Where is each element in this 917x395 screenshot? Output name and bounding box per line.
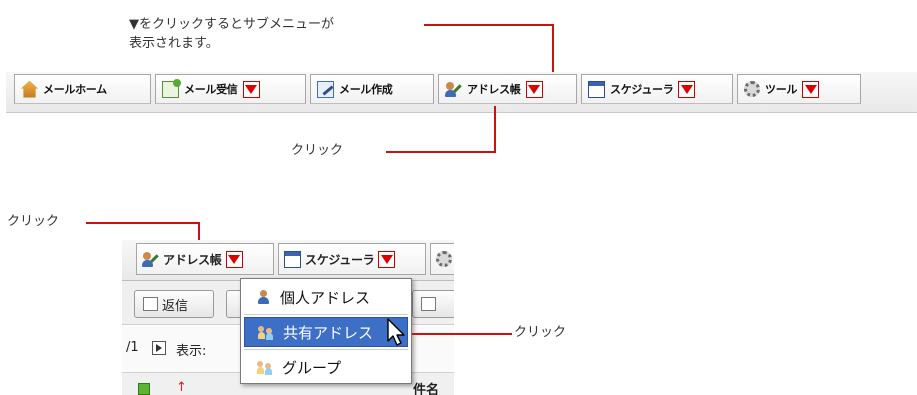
- tab-label: メールホーム: [43, 83, 107, 96]
- submenu-note-line1: ▼をクリックするとサブメニューが: [129, 17, 334, 32]
- tab-scheduler[interactable]: スケジューラ: [278, 243, 426, 275]
- address-book-dropdown-button[interactable]: [225, 250, 243, 268]
- click-label: クリック: [291, 143, 344, 158]
- dropdown-arrow-icon: [245, 84, 257, 94]
- scheduler-icon: [588, 80, 605, 98]
- click-label: クリック: [7, 214, 60, 229]
- flag-icon: [138, 383, 150, 395]
- address-book-icon: [142, 251, 159, 268]
- mail-receive-dropdown-button[interactable]: [242, 80, 260, 98]
- tab-address-book[interactable]: アドレス帳: [136, 243, 274, 275]
- toolbar-button[interactable]: [412, 290, 454, 318]
- tab-mail-home[interactable]: メールホーム: [14, 74, 151, 104]
- reply-label: 返信: [162, 298, 189, 314]
- submenu-note: ▼をクリックするとサブメニューが 表示されます。: [129, 15, 334, 53]
- callout-line: [412, 333, 512, 335]
- menu-item-label: 個人アドレス: [280, 288, 371, 307]
- page-indicator: /1: [126, 340, 139, 355]
- next-page-icon[interactable]: [152, 341, 166, 355]
- tab-label: アドレス帳: [163, 252, 222, 267]
- scheduler-dropdown-button[interactable]: [678, 80, 696, 98]
- tools-icon: [436, 251, 452, 267]
- tab-label: スケジューラ: [305, 252, 375, 267]
- display-label: 表示:: [176, 344, 207, 359]
- dropdown-arrow-icon: [680, 84, 693, 94]
- priority-icon: ↑: [176, 380, 187, 395]
- callout-line: [494, 106, 496, 153]
- home-icon: [21, 80, 38, 98]
- tab-label: アドレス帳: [467, 83, 521, 96]
- tab-address-book[interactable]: アドレス帳: [438, 74, 577, 104]
- scheduler-dropdown-button[interactable]: [378, 250, 396, 268]
- tab-mail-compose[interactable]: メール作成: [310, 74, 434, 104]
- personal-address-icon: [257, 290, 271, 304]
- reply-icon: [143, 297, 158, 311]
- menu-divider: [244, 314, 408, 315]
- menu-divider: [244, 349, 408, 350]
- address-book-icon: [445, 81, 462, 98]
- tab-scheduler[interactable]: スケジューラ: [581, 74, 733, 104]
- mail-icon: [421, 297, 436, 311]
- address-book-dropdown-button[interactable]: [525, 80, 543, 98]
- tab-label: ツール: [765, 83, 798, 96]
- mail-compose-icon: [317, 80, 334, 98]
- main-tab-bar: メールホーム メール受信 メール作成 アドレス帳 スケジューラ ツール: [6, 72, 917, 113]
- scheduler-icon: [284, 250, 301, 268]
- group-icon: [257, 360, 273, 374]
- menu-item-shared-address[interactable]: 共有アドレス: [244, 317, 408, 347]
- dropdown-arrow-icon: [528, 84, 540, 94]
- reply-button[interactable]: 返信: [134, 290, 214, 318]
- menu-item-group[interactable]: グループ: [244, 352, 408, 382]
- menu-item-label: グループ: [282, 358, 342, 377]
- tab-label: メール受信: [184, 83, 238, 96]
- click-label: クリック: [514, 325, 567, 340]
- callout-line: [386, 151, 496, 153]
- callout-line: [424, 24, 554, 26]
- tools-icon: [744, 81, 760, 97]
- tab-tools[interactable]: ツール: [737, 74, 861, 104]
- tab-label: スケジューラ: [610, 83, 674, 96]
- tools-dropdown-button[interactable]: [802, 80, 820, 98]
- dropdown-arrow-icon: [228, 254, 241, 264]
- callout-line: [86, 222, 200, 224]
- dropdown-arrow-icon: [804, 84, 817, 94]
- tab-mail-receive[interactable]: メール受信: [155, 74, 306, 104]
- shared-address-icon: [258, 325, 274, 339]
- menu-item-personal-address[interactable]: 個人アドレス: [244, 282, 408, 312]
- tab-tools[interactable]: [430, 243, 454, 275]
- tab-label: メール作成: [339, 83, 393, 96]
- submenu-note-line2: 表示されます。: [129, 36, 219, 51]
- dropdown-arrow-icon: [380, 254, 393, 264]
- mouse-cursor-icon: [387, 318, 405, 346]
- column-subject[interactable]: 件名: [413, 379, 439, 395]
- menu-item-label: 共有アドレス: [283, 323, 374, 342]
- zoom-tab-bar: アドレス帳 スケジューラ: [122, 240, 454, 281]
- mail-receive-icon: [162, 78, 181, 98]
